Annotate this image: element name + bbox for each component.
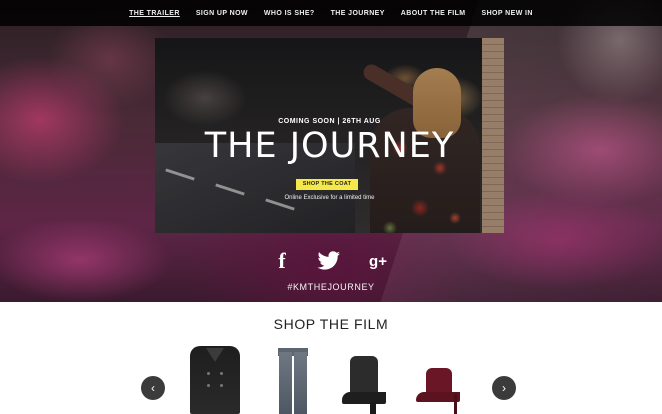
boot-heel: [370, 402, 376, 414]
google-plus-icon[interactable]: g+: [366, 253, 390, 270]
nav-item-who-is-she[interactable]: WHO IS SHE?: [256, 10, 323, 17]
main-nav: THE TRAILER SIGN UP NOW WHO IS SHE? THE …: [0, 0, 662, 26]
facebook-icon[interactable]: f: [272, 248, 292, 274]
release-date-kicker: COMING SOON | 26TH AUG: [278, 118, 381, 125]
product-burgundy-heel[interactable]: [414, 346, 464, 414]
coat-button: [220, 384, 223, 387]
heel-stiletto: [454, 394, 457, 414]
chevron-left-icon: ‹: [151, 381, 155, 395]
carousel-prev-button[interactable]: ‹: [141, 376, 165, 400]
product-coat[interactable]: [190, 346, 240, 414]
chevron-right-icon: ›: [502, 381, 506, 395]
nav-item-sign-up-now[interactable]: SIGN UP NOW: [188, 10, 256, 17]
trailer-poster[interactable]: COMING SOON | 26TH AUG THE JOURNEY SHOP …: [155, 38, 504, 233]
hero-subtitle: Online Exclusive for a limited time: [284, 195, 375, 201]
coat-button: [207, 384, 210, 387]
shop-section-title: SHOP THE FILM: [273, 316, 389, 332]
hero-title: THE JOURNEY: [204, 126, 455, 166]
shop-the-coat-button[interactable]: SHOP THE COAT: [296, 179, 358, 190]
jeans-leg: [294, 352, 307, 414]
social-links: f g+: [272, 248, 390, 274]
twitter-icon[interactable]: [317, 251, 341, 271]
boot-foot: [342, 392, 386, 404]
nav-item-about-the-film[interactable]: ABOUT THE FILM: [393, 10, 474, 17]
coat-button: [207, 372, 210, 375]
boot-shaft: [350, 356, 378, 396]
coat-button: [220, 372, 223, 375]
product-jeans[interactable]: [270, 346, 320, 414]
nav-item-shop-new-in[interactable]: SHOP NEW IN: [474, 10, 541, 17]
carousel-next-button[interactable]: ›: [492, 376, 516, 400]
product-ankle-boot[interactable]: [340, 346, 390, 414]
nav-item-the-trailer[interactable]: THE TRAILER: [121, 10, 188, 17]
nav-item-the-journey[interactable]: THE JOURNEY: [323, 10, 393, 17]
jeans-leg: [279, 352, 292, 414]
hashtag: #KMTHEJOURNEY: [287, 282, 375, 292]
